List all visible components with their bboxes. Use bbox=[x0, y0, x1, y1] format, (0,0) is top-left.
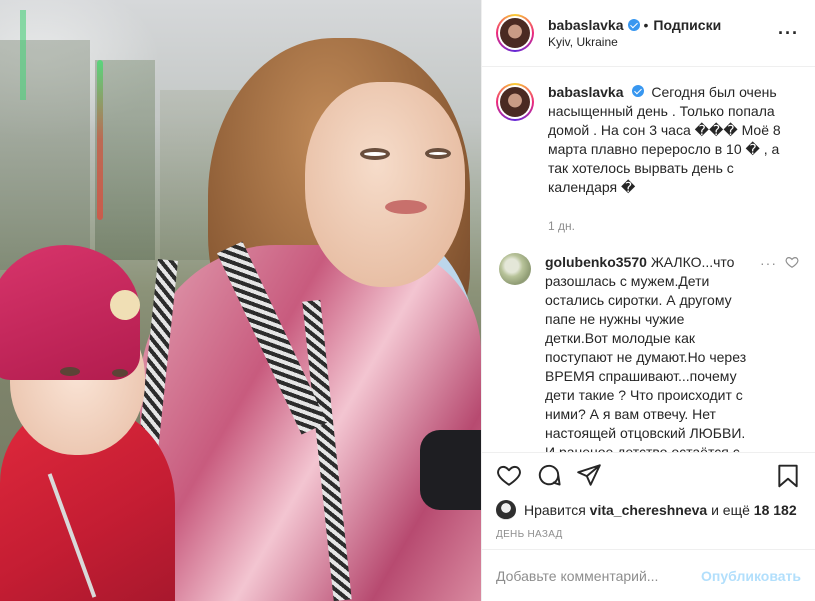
caption-username[interactable]: babaslavka bbox=[548, 84, 624, 100]
heart-icon[interactable] bbox=[496, 462, 522, 488]
comment-text-block: golubenko3570 ЖАЛКО...что разошлась с му… bbox=[545, 253, 801, 452]
add-comment-bar: Опубликовать bbox=[482, 549, 815, 601]
comment-item: golubenko3570 ЖАЛКО...что разошлась с му… bbox=[496, 252, 801, 452]
avatar-ring-inner bbox=[498, 15, 532, 50]
author-row: babaslavka • Подписки bbox=[548, 17, 721, 33]
caption-text: Сегодня был очень насыщенный день . Толь… bbox=[548, 83, 781, 195]
avatar-image bbox=[500, 17, 530, 48]
comment-icon[interactable] bbox=[536, 462, 562, 488]
liker-username[interactable]: vita_chereshneva bbox=[590, 502, 708, 518]
comment-text: ЖАЛКО...что разошлась с мужем.Дети остал… bbox=[545, 253, 747, 452]
photo-building bbox=[95, 60, 155, 260]
avatar-image bbox=[500, 86, 530, 117]
following-button[interactable]: Подписки bbox=[653, 17, 721, 33]
woman-face bbox=[305, 82, 465, 287]
girl-hat-bow bbox=[110, 290, 140, 320]
bookmark-icon[interactable] bbox=[775, 463, 801, 489]
post-header: babaslavka • Подписки Kyiv, Ukraine ··· bbox=[482, 0, 815, 67]
photo-building bbox=[0, 40, 90, 270]
woman-lips bbox=[385, 200, 427, 214]
likes-row: Нравится vita_chereshneva и ещё 18 182 bbox=[482, 496, 815, 520]
author-avatar[interactable] bbox=[496, 13, 534, 52]
caption: babaslavka Сегодня был очень насыщенный … bbox=[496, 82, 801, 197]
photo-lights bbox=[97, 60, 103, 220]
comment-username[interactable]: golubenko3570 bbox=[545, 254, 647, 270]
separator-dot: • bbox=[643, 16, 649, 33]
author-meta: babaslavka • Подписки Kyiv, Ukraine bbox=[548, 17, 721, 49]
comment-options-icon[interactable]: ··· bbox=[760, 255, 777, 271]
post-dialog: babaslavka • Подписки Kyiv, Ukraine ··· … bbox=[0, 0, 815, 601]
post-photo[interactable] bbox=[0, 0, 481, 601]
comment-like-heart-icon[interactable] bbox=[785, 255, 799, 269]
commenter-avatar[interactable] bbox=[499, 252, 531, 285]
comments-section[interactable]: babaslavka Сегодня был очень насыщенный … bbox=[482, 67, 815, 452]
caption-text-block: babaslavka Сегодня был очень насыщенный … bbox=[548, 83, 801, 197]
likes-prefix: Нравится bbox=[524, 501, 586, 518]
publish-button[interactable]: Опубликовать bbox=[701, 568, 801, 584]
photo-lights bbox=[20, 10, 26, 100]
woman-eye bbox=[360, 148, 390, 160]
caption-time[interactable]: 1 дн. bbox=[548, 219, 801, 233]
avatar-ring-inner bbox=[498, 84, 532, 119]
post-sidebar: babaslavka • Подписки Kyiv, Ukraine ··· … bbox=[481, 0, 815, 601]
more-horizontal-icon[interactable]: ··· bbox=[778, 24, 799, 42]
comment-input[interactable] bbox=[496, 567, 702, 584]
share-icon[interactable] bbox=[576, 462, 602, 488]
post-location[interactable]: Kyiv, Ukraine bbox=[548, 35, 721, 49]
action-bar bbox=[482, 451, 815, 497]
likes-count[interactable]: 18 182 bbox=[754, 502, 797, 518]
girl-eye bbox=[60, 367, 80, 376]
liker-avatar[interactable] bbox=[496, 499, 516, 520]
girl-eye bbox=[112, 369, 128, 377]
verified-badge-icon bbox=[631, 84, 644, 97]
verified-badge-icon bbox=[627, 18, 640, 31]
woman-glove bbox=[420, 430, 481, 510]
woman-eye bbox=[425, 148, 451, 159]
likes-connector: и ещё bbox=[711, 501, 750, 518]
author-username[interactable]: babaslavka bbox=[548, 17, 624, 33]
caption-avatar[interactable] bbox=[496, 82, 534, 121]
post-date[interactable]: ДЕНЬ НАЗАД bbox=[482, 521, 815, 549]
